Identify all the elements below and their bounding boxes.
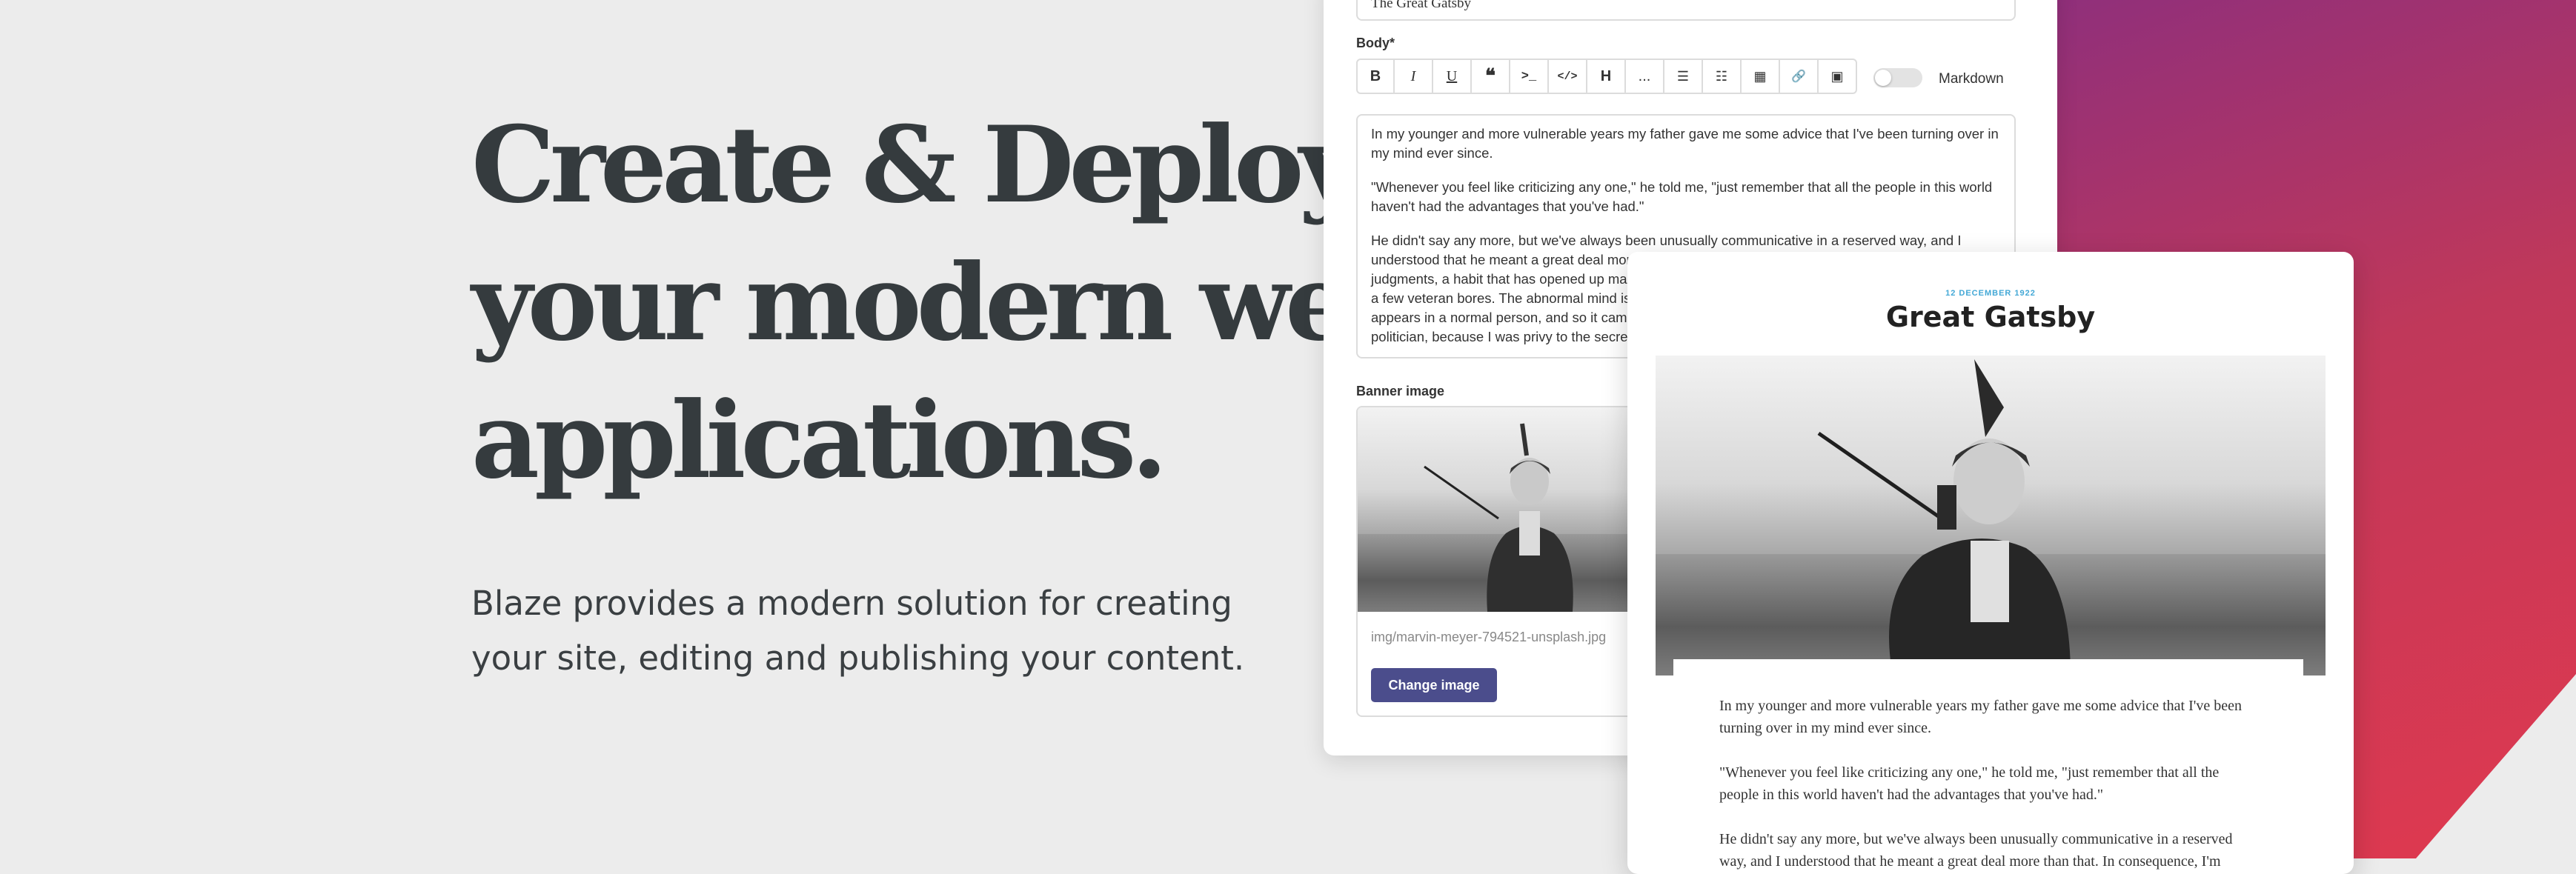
hero-title: Create & Deploy your modern web applicat… [471, 96, 1421, 510]
toggle-knob [1875, 70, 1891, 86]
link-icon[interactable]: 🔗 [1780, 59, 1819, 94]
image-icon[interactable]: ▣ [1819, 59, 1857, 94]
unordered-list-icon[interactable]: ☷ [1703, 59, 1742, 94]
hero-title-line: your modern web [471, 241, 1421, 364]
preview-banner-image [1656, 356, 2326, 675]
preview-date: 12 DECEMBER 1922 [1945, 289, 2036, 298]
more-icon[interactable]: ... [1626, 59, 1664, 94]
hero-section: Create & Deploy your modern web applicat… [471, 96, 1421, 686]
banner-label: Banner image [1356, 384, 1445, 398]
hero-subtitle: Blaze provides a modern solution for cre… [471, 584, 1245, 678]
ordered-list-icon[interactable]: ☰ [1664, 59, 1703, 94]
table-icon[interactable]: ▦ [1742, 59, 1780, 94]
preview-paragraph: He didn't say any more, but we've always… [1719, 831, 2233, 870]
preview-card: 12 DECEMBER 1922 Great Gatsby In my youn… [1627, 252, 2354, 874]
preview-paragraph: "Whenever you feel like criticizing any … [1719, 764, 2220, 803]
code-block-icon[interactable]: >_ [1510, 59, 1549, 94]
quote-icon[interactable]: ❝ [1472, 59, 1510, 94]
body-paragraph: In my younger and more vulnerable years … [1371, 126, 1999, 161]
preview-paragraph: In my younger and more vulnerable years … [1719, 698, 2242, 736]
hero-title-line: applications. [471, 379, 1168, 502]
markdown-label: Markdown [1939, 71, 2004, 87]
italic-icon[interactable]: I [1395, 59, 1433, 94]
markdown-toggle[interactable] [1873, 68, 1922, 87]
body-paragraph: "Whenever you feel like criticizing any … [1371, 179, 1993, 214]
preview-title: Great Gatsby [1885, 301, 2096, 333]
bold-icon[interactable]: B [1356, 59, 1395, 94]
editor-toolbar: B I U ❝ >_ </> H ... ☰ ☷ ▦ 🔗 ▣ [1356, 59, 1857, 94]
underline-icon[interactable]: U [1433, 59, 1472, 94]
heading-icon[interactable]: H [1587, 59, 1626, 94]
hero-title-line: Create & Deploy [471, 104, 1360, 227]
preview-article: In my younger and more vulnerable years … [1673, 659, 2303, 874]
body-label: Body* [1356, 36, 1395, 50]
banner-file-path: img/marvin-meyer-794521-unsplash.jpg [1371, 630, 1607, 644]
change-image-button[interactable]: Change image [1371, 668, 1497, 702]
inline-code-icon[interactable]: </> [1549, 59, 1587, 94]
title-input[interactable]: The Great Gatsby [1356, 0, 2016, 21]
woman-photo-illustration [1817, 359, 2071, 675]
